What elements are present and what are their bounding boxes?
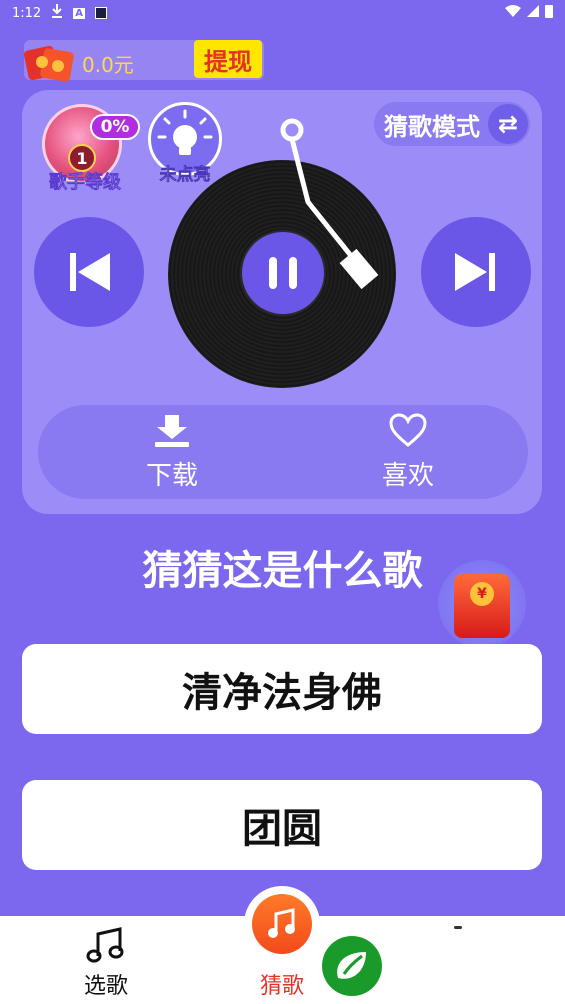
- tab-guess-label: 猜歌: [259, 974, 304, 999]
- previous-button[interactable]: [34, 217, 144, 327]
- like-button[interactable]: 喜欢: [338, 405, 478, 499]
- hint-button[interactable]: 未点亮: [148, 102, 222, 186]
- tab-select-label: 选歌: [83, 974, 128, 999]
- tab-guess-song[interactable]: [244, 886, 320, 962]
- swap-icon: ⇄: [488, 104, 528, 144]
- level-label: 歌手等级: [49, 172, 122, 194]
- download-icon: [155, 414, 189, 447]
- action-bar: 下载 喜欢: [38, 405, 528, 499]
- signal-icon: [527, 5, 539, 21]
- status-bar: 1:12 A: [0, 0, 565, 26]
- indicator-dot: [454, 926, 462, 929]
- download-icon: [51, 4, 63, 22]
- pause-icon: [269, 257, 277, 289]
- square-icon: [94, 7, 107, 19]
- red-envelope-icon: [23, 42, 76, 82]
- battery-icon: [545, 4, 553, 22]
- download-label: 下载: [145, 460, 198, 491]
- coin-icon: ¥: [470, 582, 494, 606]
- pause-button[interactable]: [242, 232, 324, 314]
- music-note-icon: [86, 927, 124, 963]
- leaf-icon[interactable]: [322, 936, 382, 996]
- answer-option-1[interactable]: 清净法身佛: [22, 644, 542, 734]
- skip-next-icon: [455, 253, 495, 291]
- a-icon: A: [73, 7, 85, 19]
- red-envelope-icon: ¥: [454, 574, 510, 638]
- level-percent: 0%: [90, 114, 140, 140]
- status-time: 1:12: [12, 5, 42, 21]
- tab-select-song[interactable]: 选歌: [76, 926, 136, 1000]
- download-button[interactable]: 下载: [102, 405, 242, 499]
- singer-level-badge[interactable]: 0% 1 歌手等级: [38, 102, 142, 196]
- music-note-icon: [252, 894, 312, 954]
- red-envelope-button[interactable]: ¥: [438, 560, 526, 648]
- answer-option-2[interactable]: 团圆: [22, 780, 542, 870]
- heart-icon: [389, 412, 427, 447]
- next-button[interactable]: [421, 217, 531, 327]
- balance-amount: 0.0元: [82, 53, 134, 77]
- withdraw-button[interactable]: 提现: [194, 40, 262, 78]
- wifi-icon: [505, 5, 521, 21]
- skip-previous-icon: [70, 253, 110, 291]
- like-label: 喜欢: [381, 460, 434, 491]
